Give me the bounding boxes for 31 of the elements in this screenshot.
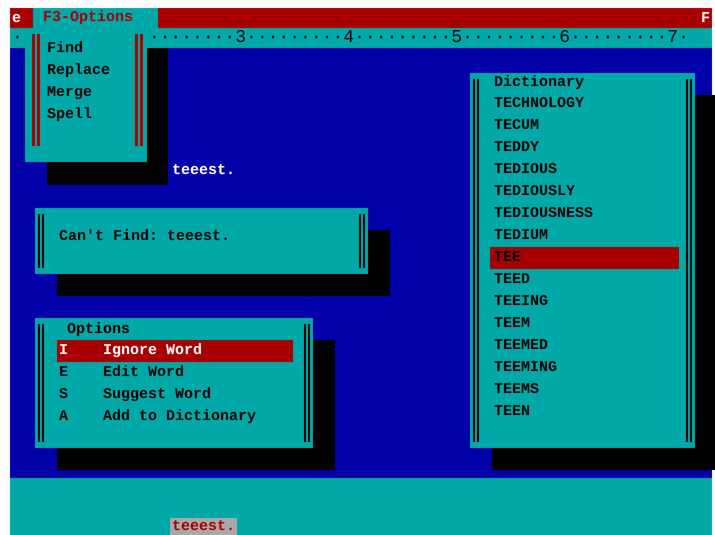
dictionary-word[interactable]: TEEN (490, 401, 679, 423)
dictionary-word[interactable]: TEEING (490, 291, 679, 313)
option-item[interactable]: A Add to Dictionary (57, 406, 293, 428)
ruler-mark: · (11, 28, 23, 48)
option-item[interactable]: I Ignore Word (57, 340, 293, 362)
dictionary-word[interactable]: TEEM (490, 313, 679, 335)
dictionary-word[interactable]: TECHNOLOGY (490, 93, 679, 115)
dialog-title: Options (66, 320, 132, 340)
menu-item[interactable]: F (698, 10, 712, 26)
menu-item[interactable]: Spell (47, 104, 147, 126)
dictionary-word[interactable]: TEDIOUS (490, 159, 679, 181)
dictionary-word[interactable]: TEDIOUSLY (490, 181, 679, 203)
dictionary-word[interactable]: TEEMING (490, 357, 679, 379)
option-item[interactable]: S Suggest Word (57, 384, 293, 406)
menu-item[interactable]: Merge (47, 82, 147, 104)
menu-item[interactable]: Find (47, 38, 147, 60)
dialog-title: Dictionary (493, 73, 586, 93)
dictionary-word[interactable]: TEDIOUSNESS (490, 203, 679, 225)
menu-item[interactable]: Replace (47, 60, 147, 82)
dictionary-word[interactable]: TEDIUM (490, 225, 679, 247)
option-item[interactable]: E Edit Word (57, 362, 293, 384)
dictionary-word[interactable]: TECUM (490, 115, 679, 137)
ruler-marks: ········3·········4·········5·········6·········7· (148, 28, 689, 48)
document-text: teeest. (172, 162, 236, 179)
message-text: Can't Find: teeest. (59, 228, 230, 245)
menu-item[interactable]: e (10, 10, 24, 26)
dictionary-word[interactable]: TEEMS (490, 379, 679, 401)
status-word: teeest. (170, 518, 238, 535)
dictionary-word[interactable]: TEEMED (490, 335, 679, 357)
dictionary-word[interactable]: TEDDY (490, 137, 679, 159)
dictionary-word[interactable]: TEED (490, 269, 679, 291)
